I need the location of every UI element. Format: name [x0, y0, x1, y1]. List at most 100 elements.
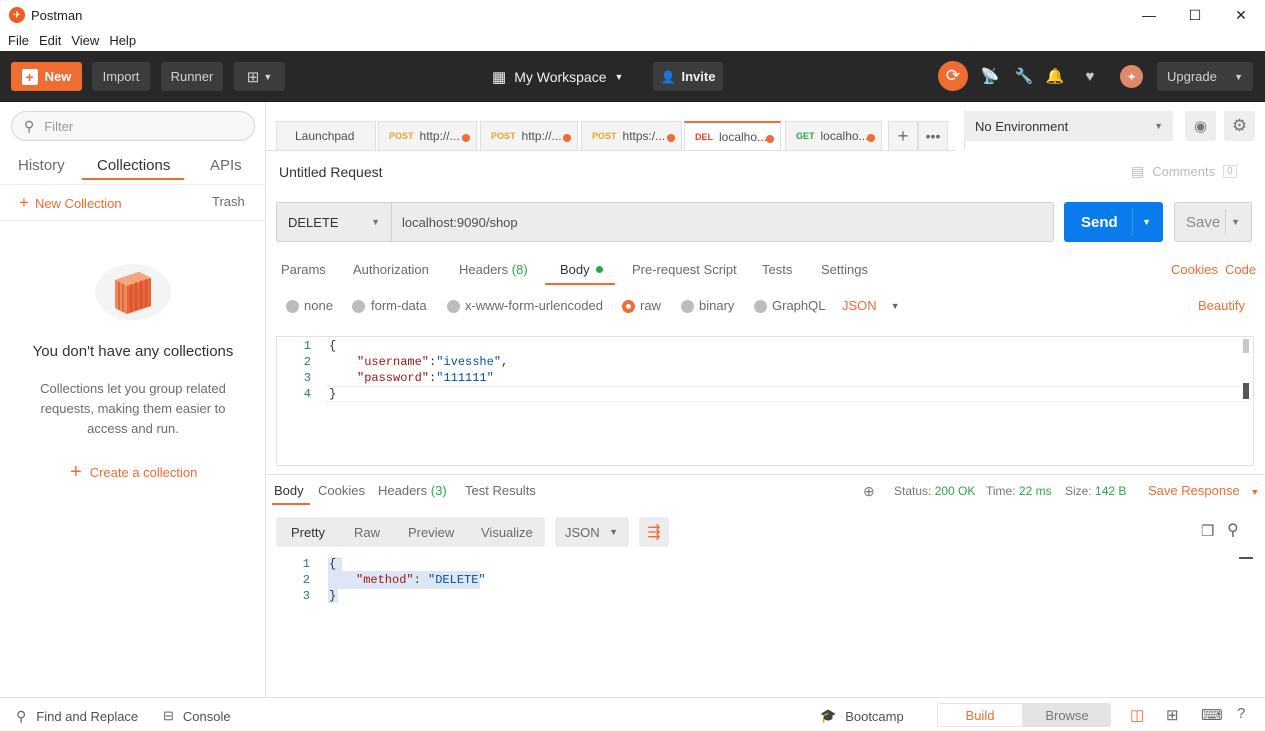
workspace-selector[interactable]: ▦ My Workspace ▼ [492, 68, 623, 86]
view-tab-preview[interactable]: Preview [408, 525, 454, 540]
scrollbar[interactable] [1243, 339, 1249, 353]
environment-label: No Environment [975, 118, 1069, 134]
response-tab-headers[interactable]: Headers (3) [378, 483, 447, 498]
new-window-button[interactable]: ⊞ ▼ [234, 62, 285, 91]
bell-icon[interactable]: 🔔 [1044, 65, 1066, 87]
beautify-link[interactable]: Beautify [1198, 298, 1245, 313]
bootcamp-button[interactable]: 🎓 Bootcamp [820, 708, 904, 724]
sync-icon[interactable]: ⟳ [938, 61, 968, 91]
radio-graphql[interactable] [754, 300, 767, 313]
tab-prerequest-script[interactable]: Pre-request Script [632, 262, 737, 277]
tab-body[interactable]: Body [560, 262, 604, 277]
request-tab[interactable]: POST http://... [480, 121, 578, 150]
find-replace-button[interactable]: ⚲ Find and Replace [16, 708, 138, 725]
response-tab-test-results[interactable]: Test Results [465, 483, 536, 498]
environment-select[interactable]: No Environment ▼ [964, 111, 1173, 141]
trash-button[interactable]: Trash [212, 194, 245, 209]
postman-logo-icon: ✈ [9, 7, 25, 23]
upgrade-button[interactable]: Upgrade ▼ [1157, 62, 1253, 91]
radio-binary[interactable] [681, 300, 694, 313]
line-number: 1 [302, 557, 310, 571]
view-tab-raw[interactable]: Raw [354, 525, 380, 540]
wrap-lines-icon[interactable]: ⇶ [639, 517, 669, 547]
code-line: { [329, 339, 337, 353]
minimize-button[interactable]: — [1126, 0, 1172, 30]
request-tab[interactable]: POST https:/... [581, 121, 682, 150]
keyboard-icon[interactable]: ⌨ [1201, 706, 1223, 724]
chevron-down-icon: ▼ [890, 300, 900, 311]
heart-icon[interactable]: ♥ [1079, 65, 1101, 87]
tab-settings[interactable]: Settings [821, 262, 868, 277]
browse-button[interactable]: Browse [1025, 704, 1109, 726]
response-tab-cookies[interactable]: Cookies [318, 483, 365, 498]
more-tabs-button[interactable]: ••• [918, 121, 948, 150]
response-format-select[interactable]: JSON ▼ [555, 517, 629, 547]
request-tab-active[interactable]: DEL localho... [684, 121, 781, 150]
request-name[interactable]: Untitled Request [279, 164, 383, 180]
menu-view[interactable]: View [71, 33, 99, 48]
new-button-label: New [44, 69, 72, 84]
new-button[interactable]: + New [11, 62, 82, 91]
radio-form-data[interactable] [352, 300, 365, 313]
headers-count: (8) [511, 262, 528, 277]
view-tab-pretty[interactable]: Pretty [291, 525, 325, 540]
body-format-select[interactable]: JSON ▼ [842, 298, 900, 313]
satellite-icon[interactable]: 📡 [979, 65, 1001, 87]
globe-icon[interactable]: ⊕ [863, 483, 875, 500]
filter-input[interactable]: ⚲ Filter [11, 111, 255, 141]
response-body-viewer[interactable]: 1 2 3 { "method": "DELETE" } [276, 557, 1254, 687]
code-link[interactable]: Code [1225, 262, 1256, 277]
layout-icon[interactable]: ⊞ [1166, 706, 1179, 724]
request-tab[interactable]: GET localho... [785, 121, 882, 150]
new-tab-button[interactable]: + [888, 121, 918, 150]
avatar[interactable]: ✦ [1120, 65, 1143, 88]
menu-help[interactable]: Help [109, 33, 136, 48]
plus-icon: + [21, 68, 38, 85]
console-icon: ⊟ [163, 708, 174, 723]
request-body-editor[interactable]: 1 2 3 4 { "username":"ivesshe", "passwor… [276, 336, 1254, 466]
menu-file[interactable]: File [8, 33, 29, 48]
tab-launchpad[interactable]: Launchpad [276, 121, 376, 150]
invite-button[interactable]: 👤 Invite [653, 62, 723, 91]
tab-authorization[interactable]: Authorization [353, 262, 429, 277]
menu-edit[interactable]: Edit [39, 33, 61, 48]
radio-raw[interactable] [622, 300, 635, 313]
tab-apis[interactable]: APIs [210, 157, 242, 174]
close-button[interactable]: ✕ [1218, 0, 1264, 30]
radio-urlencoded[interactable] [447, 300, 460, 313]
import-button[interactable]: Import [92, 62, 150, 91]
tab-tests[interactable]: Tests [762, 262, 792, 277]
view-tab-visualize[interactable]: Visualize [481, 525, 533, 540]
save-button[interactable]: Save ▼ [1174, 202, 1252, 242]
new-collection-button[interactable]: + New Collection [19, 193, 122, 213]
wrench-icon[interactable]: 🔧 [1013, 65, 1035, 87]
create-collection-button[interactable]: + Create a collection [70, 461, 197, 484]
save-response-button[interactable]: Save Response ▼ [1148, 483, 1259, 498]
request-tab[interactable]: POST http://... [378, 121, 477, 150]
gear-icon[interactable]: ⚙ [1224, 111, 1255, 141]
tab-params[interactable]: Params [281, 262, 326, 277]
radio-none[interactable] [286, 300, 299, 313]
response-tab-body[interactable]: Body [274, 483, 304, 498]
comments-button[interactable]: ▤ Comments 0 [1131, 163, 1237, 180]
copy-icon[interactable]: ❐ [1201, 522, 1214, 540]
unsaved-dot-icon [867, 134, 875, 142]
two-pane-icon[interactable]: ◫ [1130, 706, 1144, 724]
cookies-link[interactable]: Cookies [1171, 262, 1218, 277]
eye-icon[interactable]: ◉ [1185, 111, 1216, 141]
runner-button[interactable]: Runner [161, 62, 223, 91]
console-button[interactable]: ⊟ Console [163, 708, 231, 724]
method-select[interactable]: DELETE ▼ [276, 202, 392, 242]
help-icon[interactable]: ? [1237, 705, 1245, 722]
tab-headers[interactable]: Headers (8) [459, 262, 528, 277]
maximize-button[interactable]: ☐ [1172, 0, 1218, 30]
send-button[interactable]: Send ▼ [1064, 202, 1163, 242]
search-icon[interactable]: ⚲ [1227, 520, 1239, 540]
build-button[interactable]: Build [938, 704, 1022, 726]
more-icon: ••• [925, 128, 941, 144]
url-input[interactable]: localhost:9090/shop [391, 202, 1054, 242]
method-label: DELETE [288, 214, 339, 230]
invite-label: Invite [681, 69, 716, 84]
tab-collections[interactable]: Collections [97, 157, 170, 174]
tab-history[interactable]: History [18, 157, 65, 174]
